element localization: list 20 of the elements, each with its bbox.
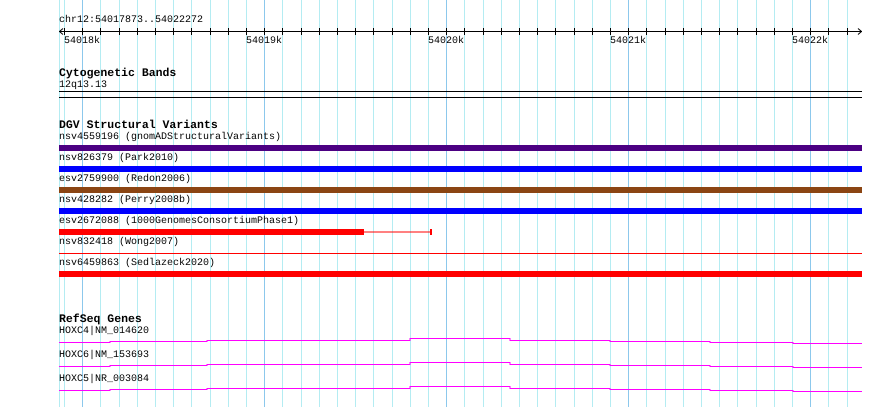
- track-title: Cytogenetic Bands: [59, 68, 176, 80]
- gene-label: HOXC5|NR_003084: [59, 374, 150, 385]
- variant-label: esv2672088 (1000GenomesConsortiumPhase1): [59, 216, 300, 227]
- ruler-tick-label: 54018k: [64, 36, 100, 47]
- variant-label: nsv6459863 (Sedlazeck2020): [59, 258, 216, 269]
- variant-label: esv2759900 (Redon2006): [59, 174, 192, 185]
- gene-label: HOXC4|NM_014620: [59, 326, 150, 337]
- variant-label: nsv826379 (Park2010): [59, 153, 180, 164]
- track-title: DGV Structural Variants: [59, 120, 218, 132]
- ruler-tick-label: 54019k: [246, 36, 282, 47]
- gene-label: HOXC6|NM_153693: [59, 350, 150, 361]
- variant-label: nsv428282 (Perry2008b): [59, 195, 192, 206]
- variant-label: nsv4559196 (gnomADStructuralVariants): [59, 132, 282, 143]
- genomic-range-label: chr12:54017873..54022272: [59, 15, 204, 26]
- variant-label: nsv832418 (Wong2007): [59, 237, 180, 248]
- ruler-tick-label: 54021k: [610, 36, 646, 47]
- ruler-tick-label: 54020k: [428, 36, 464, 47]
- track-title: RefSeq Genes: [59, 314, 142, 326]
- ruler-tick-label: 54022k: [792, 36, 828, 47]
- band-label: 12q13.13: [59, 80, 108, 91]
